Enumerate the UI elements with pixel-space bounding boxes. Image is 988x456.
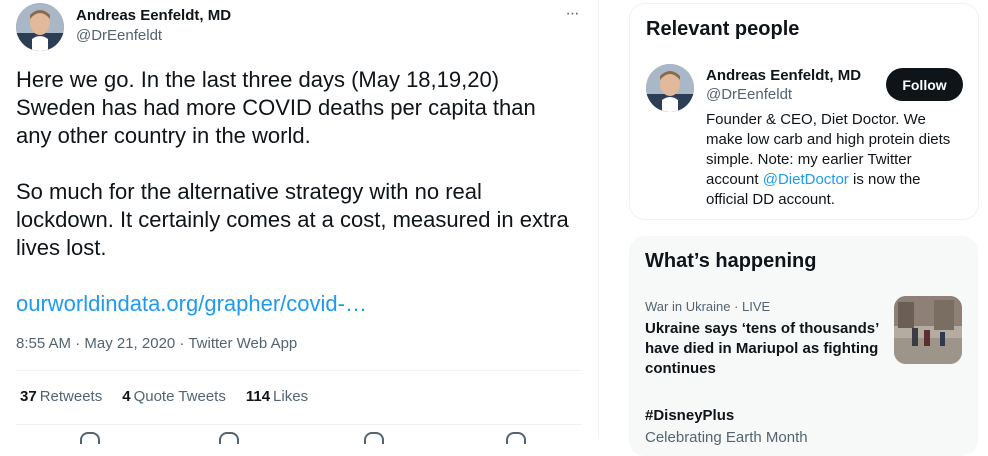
more-options-icon[interactable]: ··· [560, 2, 584, 26]
trend-category: War in Ukraine · LIVE [645, 299, 771, 314]
author-handle[interactable]: @DrEenfeldt [76, 27, 162, 44]
relevant-person-avatar[interactable] [646, 64, 694, 112]
tweet-text: Here we go. In the last three days (May … [16, 66, 576, 262]
trend-hashtag: #DisneyPlus [645, 407, 735, 424]
reply-icon[interactable] [80, 432, 100, 444]
like-icon[interactable] [364, 432, 384, 444]
relevant-person-name[interactable]: Andreas Eenfeldt, MD [706, 67, 861, 84]
author-name[interactable]: Andreas Eenfeldt, MD [76, 7, 231, 24]
share-icon[interactable] [506, 432, 526, 444]
tweet-stats: 37 Retweets 4 Quote Tweets 114 Likes [20, 388, 308, 405]
follow-button[interactable]: Follow [886, 68, 963, 101]
bio-mention-link[interactable]: @DietDoctor [763, 171, 849, 188]
relevant-people-title: Relevant people [646, 18, 800, 40]
author-avatar[interactable] [16, 3, 64, 51]
trend-subtitle: Celebrating Earth Month [645, 429, 808, 446]
retweet-icon[interactable] [219, 432, 239, 444]
tweet-paragraph-2: So much for the alternative strategy wit… [16, 179, 569, 260]
retweets-stat[interactable]: 37 Retweets [20, 388, 102, 405]
tweet-link[interactable]: ourworldindata.org/grapher/covid-… [16, 290, 367, 318]
trend-thumbnail [894, 296, 962, 364]
relevant-person-handle[interactable]: @DrEenfeldt [706, 86, 792, 103]
relevant-people-card: Relevant people Andreas Eenfeldt, MD @Dr… [629, 3, 979, 220]
divider [16, 370, 582, 371]
trend-headline: Ukraine says ‘tens of thousands’ have di… [645, 320, 879, 377]
relevant-person-bio: Founder & CEO, Diet Doctor. We make low … [706, 111, 951, 208]
quote-tweets-stat[interactable]: 4 Quote Tweets [122, 388, 226, 405]
whats-happening-title: What’s happening [645, 250, 817, 272]
tweet-timestamp[interactable]: 8:55 AM · May 21, 2020 · Twitter Web App [16, 335, 297, 352]
tweet-detail: Andreas Eenfeldt, MD @DrEenfeldt ··· Her… [0, 0, 599, 444]
whats-happening-card: What’s happening War in Ukraine · LIVE U… [629, 236, 978, 456]
likes-stat[interactable]: 114 Likes [246, 388, 308, 405]
tweet-paragraph-1: Here we go. In the last three days (May … [16, 67, 536, 148]
divider [16, 424, 582, 425]
